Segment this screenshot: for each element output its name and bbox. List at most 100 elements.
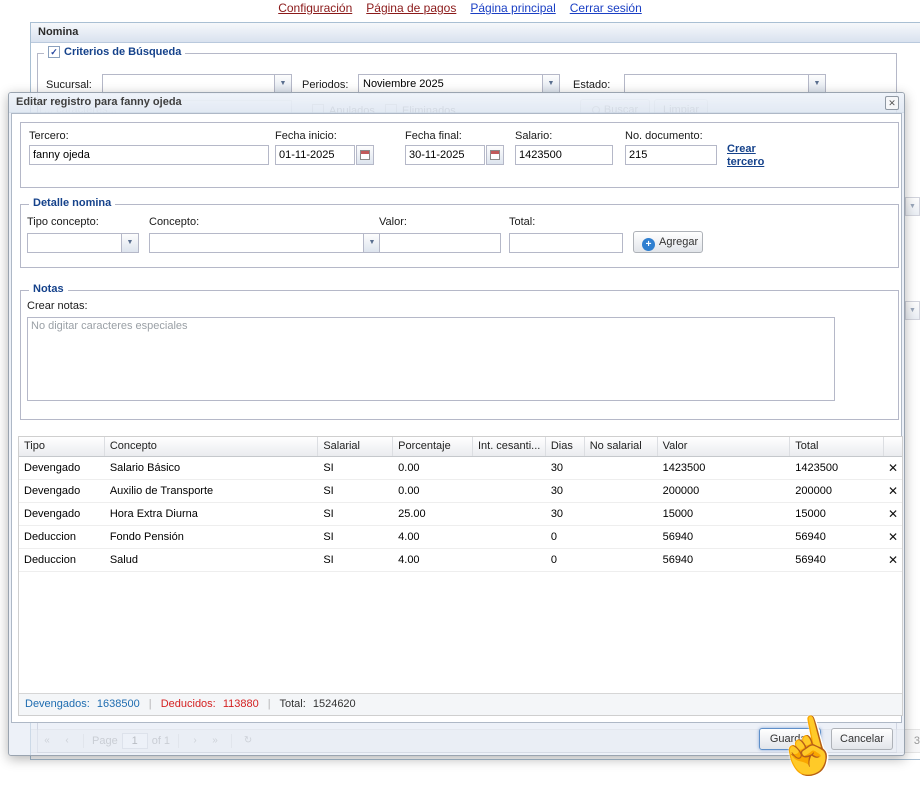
table-row[interactable]: Deduccion Salud SI 4.00 0 56940 56940 ✕ bbox=[19, 549, 902, 572]
cell-porcentaje: 4.00 bbox=[393, 526, 473, 548]
column-header-dias[interactable]: Dias bbox=[546, 437, 585, 456]
cell-total: 56940 bbox=[790, 549, 884, 571]
column-header-int-cesantias[interactable]: Int. cesanti... bbox=[473, 437, 546, 456]
link-pagina-principal[interactable]: Página principal bbox=[470, 1, 555, 15]
cell-int-cesantias bbox=[473, 457, 546, 479]
column-header-salarial[interactable]: Salarial bbox=[318, 437, 393, 456]
cell-salarial: SI bbox=[318, 503, 393, 525]
periodos-value: Noviembre 2025 bbox=[363, 75, 541, 93]
background-combo-trigger-fragment[interactable]: ▼ bbox=[905, 301, 920, 320]
cell-tipo: Devengado bbox=[19, 503, 105, 525]
cancelar-label: Cancelar bbox=[840, 733, 884, 745]
crear-notas-label: Crear notas: bbox=[27, 299, 88, 313]
tercero-input[interactable] bbox=[29, 145, 269, 165]
cell-dias: 0 bbox=[546, 549, 585, 571]
cell-porcentaje: 4.00 bbox=[393, 549, 473, 571]
fecha-final-input[interactable] bbox=[405, 145, 485, 165]
tipo-concepto-label: Tipo concepto: bbox=[27, 215, 99, 229]
cell-no-salarial bbox=[585, 503, 658, 525]
estado-combobox[interactable]: ▼ bbox=[624, 74, 826, 94]
cell-total: 15000 bbox=[790, 503, 884, 525]
conceptos-grid: Tipo Concepto Salarial Porcentaje Int. c… bbox=[18, 436, 903, 716]
grid-header: Tipo Concepto Salarial Porcentaje Int. c… bbox=[19, 437, 902, 457]
cell-int-cesantias bbox=[473, 480, 546, 502]
cell-valor: 56940 bbox=[658, 526, 791, 548]
column-header-valor[interactable]: Valor bbox=[658, 437, 791, 456]
panel-title: Nomina bbox=[38, 26, 78, 38]
cell-total: 1423500 bbox=[790, 457, 884, 479]
notas-legend: Notas bbox=[33, 283, 64, 295]
sucursal-label: Sucursal: bbox=[46, 78, 92, 92]
salario-input[interactable] bbox=[515, 145, 613, 165]
top-nav: Configuración Página de pagos Página pri… bbox=[0, 1, 920, 15]
column-header-no-salarial[interactable]: No salarial bbox=[585, 437, 658, 456]
nomina-panel-header: Nomina bbox=[31, 23, 920, 43]
link-pagina-de-pagos[interactable]: Página de pagos bbox=[366, 1, 456, 15]
calendar-icon[interactable] bbox=[356, 145, 374, 165]
chevron-down-icon[interactable]: ▼ bbox=[121, 234, 138, 252]
cell-concepto: Auxilio de Transporte bbox=[105, 480, 319, 502]
cell-salarial: SI bbox=[318, 480, 393, 502]
documento-input[interactable] bbox=[625, 145, 717, 165]
link-configuracion[interactable]: Configuración bbox=[278, 1, 352, 15]
periodos-combobox[interactable]: Noviembre 2025 ▼ bbox=[358, 74, 560, 94]
delete-row-icon[interactable]: ✕ bbox=[884, 526, 902, 548]
notas-fieldset: Notas Crear notas: bbox=[20, 290, 899, 420]
summary-total-value: 1524620 bbox=[313, 698, 356, 710]
cell-int-cesantias bbox=[473, 503, 546, 525]
summary-total-label: Total: bbox=[279, 698, 305, 710]
table-row[interactable]: Devengado Hora Extra Diurna SI 25.00 30 … bbox=[19, 503, 902, 526]
column-header-porcentaje[interactable]: Porcentaje bbox=[393, 437, 473, 456]
calendar-icon[interactable] bbox=[486, 145, 504, 165]
guardar-button[interactable]: Guardar bbox=[759, 728, 821, 750]
agregar-label: Agregar bbox=[659, 236, 698, 248]
tipo-concepto-combobox[interactable]: ▼ bbox=[27, 233, 139, 253]
column-header-concepto[interactable]: Concepto bbox=[105, 437, 319, 456]
criterios-checkbox[interactable]: ✓ bbox=[48, 46, 60, 58]
chevron-down-icon[interactable]: ▼ bbox=[363, 234, 380, 252]
delete-row-icon[interactable]: ✕ bbox=[884, 549, 902, 571]
guardar-label: Guardar bbox=[770, 733, 810, 745]
add-icon: + bbox=[642, 238, 655, 251]
chevron-down-icon[interactable]: ▼ bbox=[808, 75, 825, 93]
chevron-down-icon[interactable]: ▼ bbox=[274, 75, 291, 93]
fecha-inicio-input[interactable] bbox=[275, 145, 355, 165]
detalle-nomina-fieldset: Detalle nomina Tipo concepto: ▼ Concepto… bbox=[20, 204, 899, 268]
cell-total: 56940 bbox=[790, 526, 884, 548]
background-combo-trigger-fragment[interactable]: ▼ bbox=[905, 197, 920, 216]
agregar-button[interactable]: + Agregar bbox=[633, 231, 703, 253]
devengados-label: Devengados: bbox=[25, 698, 90, 710]
sucursal-combobox[interactable]: ▼ bbox=[102, 74, 292, 94]
table-row[interactable]: Deduccion Fondo Pensión SI 4.00 0 56940 … bbox=[19, 526, 902, 549]
total-label: Total: bbox=[509, 215, 535, 229]
salario-label: Salario: bbox=[515, 129, 552, 143]
deducidos-label: Deducidos: bbox=[161, 698, 216, 710]
delete-row-icon[interactable]: ✕ bbox=[884, 503, 902, 525]
record-count-fragment: 3 bbox=[914, 735, 920, 747]
cell-no-salarial bbox=[585, 549, 658, 571]
close-icon[interactable]: ✕ bbox=[885, 96, 899, 110]
cell-salarial: SI bbox=[318, 526, 393, 548]
crear-tercero-link[interactable]: Crear tercero bbox=[727, 143, 781, 169]
edit-window-header[interactable]: Editar registro para fanny ojeda ✕ bbox=[9, 93, 904, 113]
total-input[interactable] bbox=[509, 233, 623, 253]
table-row[interactable]: Devengado Auxilio de Transporte SI 0.00 … bbox=[19, 480, 902, 503]
link-cerrar-sesion[interactable]: Cerrar sesión bbox=[570, 1, 642, 15]
cancelar-button[interactable]: Cancelar bbox=[831, 728, 893, 750]
cell-porcentaje: 0.00 bbox=[393, 480, 473, 502]
check-icon: ✓ bbox=[50, 47, 58, 57]
valor-input[interactable] bbox=[379, 233, 501, 253]
delete-row-icon[interactable]: ✕ bbox=[884, 480, 902, 502]
cell-dias: 30 bbox=[546, 480, 585, 502]
column-header-tipo[interactable]: Tipo bbox=[19, 437, 105, 456]
cell-tipo: Deduccion bbox=[19, 526, 105, 548]
chevron-down-icon[interactable]: ▼ bbox=[542, 75, 559, 93]
devengados-value: 1638500 bbox=[97, 698, 140, 710]
table-row[interactable]: Devengado Salario Básico SI 0.00 30 1423… bbox=[19, 457, 902, 480]
column-header-total[interactable]: Total bbox=[790, 437, 884, 456]
concepto-combobox[interactable]: ▼ bbox=[149, 233, 381, 253]
notas-textarea[interactable] bbox=[27, 317, 835, 401]
delete-row-icon[interactable]: ✕ bbox=[884, 457, 902, 479]
cell-concepto: Salud bbox=[105, 549, 319, 571]
summary-separator: | bbox=[149, 698, 152, 710]
